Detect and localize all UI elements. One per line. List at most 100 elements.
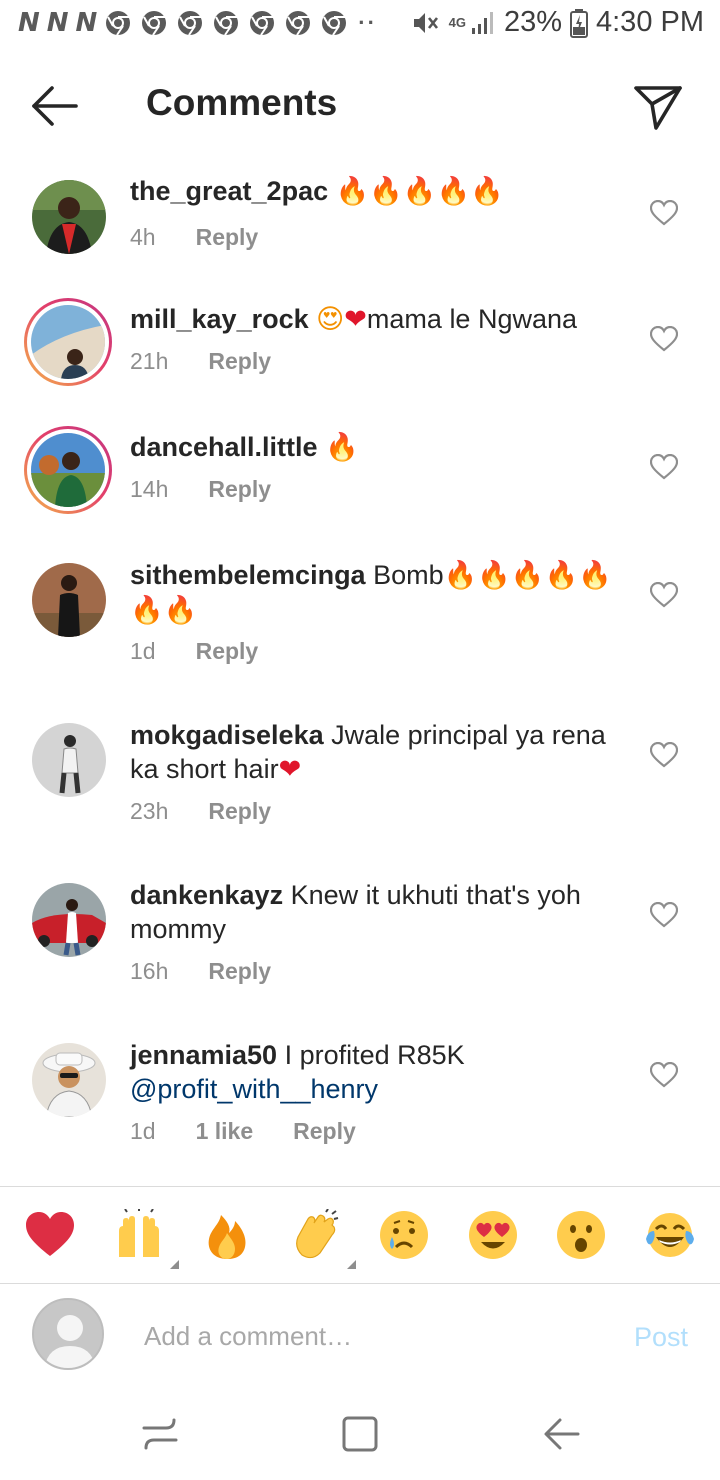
like-heart-icon[interactable] xyxy=(650,742,678,768)
comment-username[interactable]: sithembelemcinga xyxy=(130,560,366,590)
comment-mention-link[interactable]: @profit_with__henry xyxy=(130,1074,378,1104)
emoji-button-raising-hands[interactable] xyxy=(111,1207,179,1269)
back-nav-icon[interactable] xyxy=(540,1412,584,1456)
comment-composer: Post xyxy=(0,1284,720,1394)
reply-button[interactable]: Reply xyxy=(208,958,271,985)
avatar[interactable] xyxy=(32,180,106,254)
notification-icons: N N N ·· xyxy=(18,8,377,38)
comment-item: dancehall.little 🔥 14h Reply xyxy=(0,426,720,526)
emoji-button-crying-face[interactable] xyxy=(376,1207,432,1263)
skin-tone-indicator-icon xyxy=(169,1260,179,1269)
comment-emoji: 🔥🔥🔥🔥🔥 xyxy=(335,176,504,207)
comment-username[interactable]: dankenkayz xyxy=(130,880,283,910)
reply-button[interactable]: Reply xyxy=(196,224,259,251)
avatar[interactable] xyxy=(32,883,106,957)
comment-username[interactable]: dancehall.little xyxy=(130,432,318,462)
comment-username[interactable]: mokgadiseleka xyxy=(130,720,324,750)
comment-time: 16h xyxy=(130,958,169,984)
avatar[interactable] xyxy=(32,1043,106,1117)
signal-icon xyxy=(471,11,493,34)
chrome-icon xyxy=(142,11,167,36)
comment-text: mama le Ngwana xyxy=(366,304,578,334)
comment-time: 1d xyxy=(130,1118,156,1144)
like-heart-icon[interactable] xyxy=(650,582,678,608)
avatar-story-ring[interactable] xyxy=(24,298,112,386)
reply-button[interactable]: Reply xyxy=(196,638,259,665)
avatar[interactable] xyxy=(32,563,106,637)
network-type-label: 4G xyxy=(448,14,466,30)
fire-icon xyxy=(208,1215,246,1259)
comment-item: jennamia50 I profited R85K @profit_with_… xyxy=(0,1040,720,1160)
clapping-hands-icon xyxy=(295,1209,338,1259)
comment-item: mokgadiseleka Jwale principal ya rena ka… xyxy=(0,720,720,840)
notification-n-icon: N xyxy=(46,8,69,38)
avatar-image xyxy=(32,1043,106,1117)
emoji-button-heart-eyes[interactable] xyxy=(465,1207,521,1263)
comment-meta: 4h Reply xyxy=(130,224,258,251)
home-icon[interactable] xyxy=(338,1412,382,1456)
comment-time: 23h xyxy=(130,798,169,824)
notification-n-icon: N xyxy=(75,8,98,38)
comment-text: Bomb xyxy=(373,560,444,590)
comment-meta: 14h Reply xyxy=(130,476,271,503)
like-heart-icon[interactable] xyxy=(650,200,678,226)
quick-emoji-bar xyxy=(0,1186,720,1284)
comment-body: jennamia50 I profited R85K @profit_with_… xyxy=(130,1038,620,1106)
chrome-icon xyxy=(178,11,203,36)
skin-tone-indicator-icon xyxy=(346,1260,356,1269)
back-button[interactable] xyxy=(28,84,84,128)
mute-icon xyxy=(413,12,438,33)
like-heart-icon[interactable] xyxy=(650,326,678,352)
comment-body: mokgadiseleka Jwale principal ya rena ka… xyxy=(130,718,620,787)
avatar-story-ring[interactable] xyxy=(24,426,112,514)
comment-meta: 23h Reply xyxy=(130,798,271,825)
reply-button[interactable]: Reply xyxy=(208,476,271,503)
avatar-image xyxy=(32,180,106,254)
post-button[interactable]: Post xyxy=(634,1322,688,1353)
like-heart-icon[interactable] xyxy=(650,1062,678,1088)
comment-meta: 1d 1 like Reply xyxy=(130,1118,356,1145)
system-status: 4G 23% 4:30 PM xyxy=(411,6,704,39)
paper-plane-icon xyxy=(634,86,682,130)
comment-body: the_great_2pac 🔥🔥🔥🔥🔥 xyxy=(130,174,620,209)
comment-input[interactable] xyxy=(144,1314,584,1358)
comment-time: 1d xyxy=(130,638,156,664)
comment-username[interactable]: jennamia50 xyxy=(130,1040,277,1070)
recent-apps-icon[interactable] xyxy=(138,1412,182,1456)
comment-meta: 1d Reply xyxy=(130,638,258,665)
clock: 4:30 PM xyxy=(596,6,704,38)
comment-emoji: 😍 xyxy=(316,304,345,335)
comment-username[interactable]: the_great_2pac xyxy=(130,176,328,206)
comment-username[interactable]: mill_kay_rock xyxy=(130,304,309,334)
reply-button[interactable]: Reply xyxy=(208,798,271,825)
current-user-avatar xyxy=(32,1298,104,1370)
avatar-image xyxy=(32,883,106,957)
comment-like-count[interactable]: 1 like xyxy=(196,1118,254,1145)
comment-item: dankenkayz Knew it ukhuti that's yoh mom… xyxy=(0,880,720,1000)
like-heart-icon[interactable] xyxy=(650,902,678,928)
emoji-button-tears-of-joy[interactable] xyxy=(642,1207,698,1263)
avatar-image xyxy=(31,305,105,379)
status-bar: N N N ·· 4G 23% 4:30 PM xyxy=(0,0,720,50)
crying-face-icon xyxy=(380,1211,429,1259)
comment-meta: 16h Reply xyxy=(130,958,271,985)
back-arrow-icon xyxy=(32,86,78,126)
like-heart-icon[interactable] xyxy=(650,454,678,480)
share-button[interactable] xyxy=(632,80,684,132)
reply-button[interactable]: Reply xyxy=(293,1118,356,1145)
reply-button[interactable]: Reply xyxy=(208,348,271,375)
heart-eyes-face-icon xyxy=(468,1211,517,1259)
emoji-button-surprised-face[interactable] xyxy=(553,1207,609,1263)
comment-time: 14h xyxy=(130,476,169,502)
chrome-icon xyxy=(214,11,239,36)
page-title: Comments xyxy=(146,82,338,123)
chrome-icon xyxy=(286,11,311,36)
comment-time: 4h xyxy=(130,224,156,250)
comment-item: mill_kay_rock 😍❤mama le Ngwana 21h Reply xyxy=(0,298,720,398)
chrome-icon xyxy=(106,11,131,36)
emoji-button-fire[interactable] xyxy=(199,1207,255,1263)
comment-meta: 21h Reply xyxy=(130,348,271,375)
emoji-button-red-heart[interactable] xyxy=(22,1207,78,1263)
avatar[interactable] xyxy=(32,723,106,797)
emoji-button-clapping-hands[interactable] xyxy=(288,1207,356,1269)
